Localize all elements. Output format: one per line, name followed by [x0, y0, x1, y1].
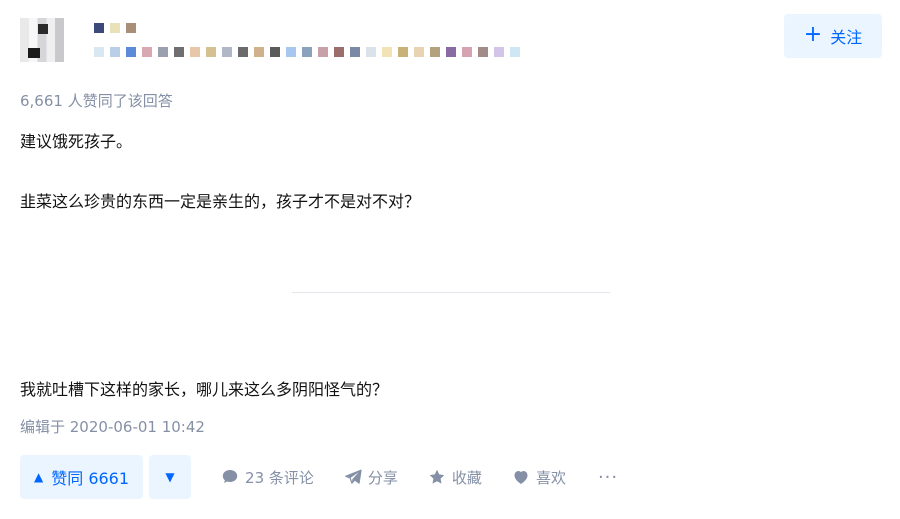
heart-icon: [512, 468, 530, 486]
plus-icon: +: [803, 22, 823, 47]
section-divider: [292, 292, 610, 293]
downvote-button[interactable]: ▼: [149, 455, 192, 499]
share-label: 分享: [367, 468, 398, 487]
author-name-redacted[interactable]: [94, 20, 214, 36]
like-label: 喜欢: [535, 468, 566, 487]
upvote-button[interactable]: ▲ 赞同 6661: [20, 455, 144, 499]
comment-bubble-icon: [221, 468, 239, 486]
share-button[interactable]: 分享: [344, 467, 398, 488]
comments-button[interactable]: 23 条评论: [221, 467, 314, 488]
favorite-label: 收藏: [451, 468, 482, 487]
edited-timestamp[interactable]: 编辑于 2020-06-01 10:42: [20, 416, 205, 437]
star-icon: [428, 468, 446, 486]
triangle-down-icon: ▼: [165, 470, 175, 484]
comments-label: 23 条评论: [245, 468, 314, 487]
follow-label: 关注: [830, 28, 863, 47]
author-bio-redacted: [94, 40, 634, 64]
answer-paragraph: 建议饿死孩子。: [20, 132, 133, 151]
upvote-summary[interactable]: 6,661 人赞同了该回答: [20, 90, 173, 111]
like-button[interactable]: 喜欢: [512, 467, 566, 488]
answer-actions-bar: ▲ 赞同 6661 ▼ 23 条评论 分享 收藏 喜欢 ···: [20, 455, 618, 499]
answer-author-header: + 关注: [20, 14, 882, 66]
answer-paragraph: 我就吐槽下这样的家长，哪儿来这么多阴阳怪气的？: [20, 380, 389, 399]
favorite-button[interactable]: 收藏: [428, 467, 482, 488]
author-avatar[interactable]: [20, 18, 64, 62]
more-options-button[interactable]: ···: [598, 467, 618, 488]
paper-plane-icon: [344, 468, 362, 486]
ellipsis-icon: ···: [597, 466, 619, 488]
triangle-up-icon: ▲: [34, 470, 44, 484]
follow-button[interactable]: + 关注: [784, 14, 882, 58]
upvote-label: 赞同 6661: [51, 469, 130, 488]
answer-paragraph: 韭菜这么珍贵的东西一定是亲生的，孩子才不是对不对？: [20, 192, 421, 211]
